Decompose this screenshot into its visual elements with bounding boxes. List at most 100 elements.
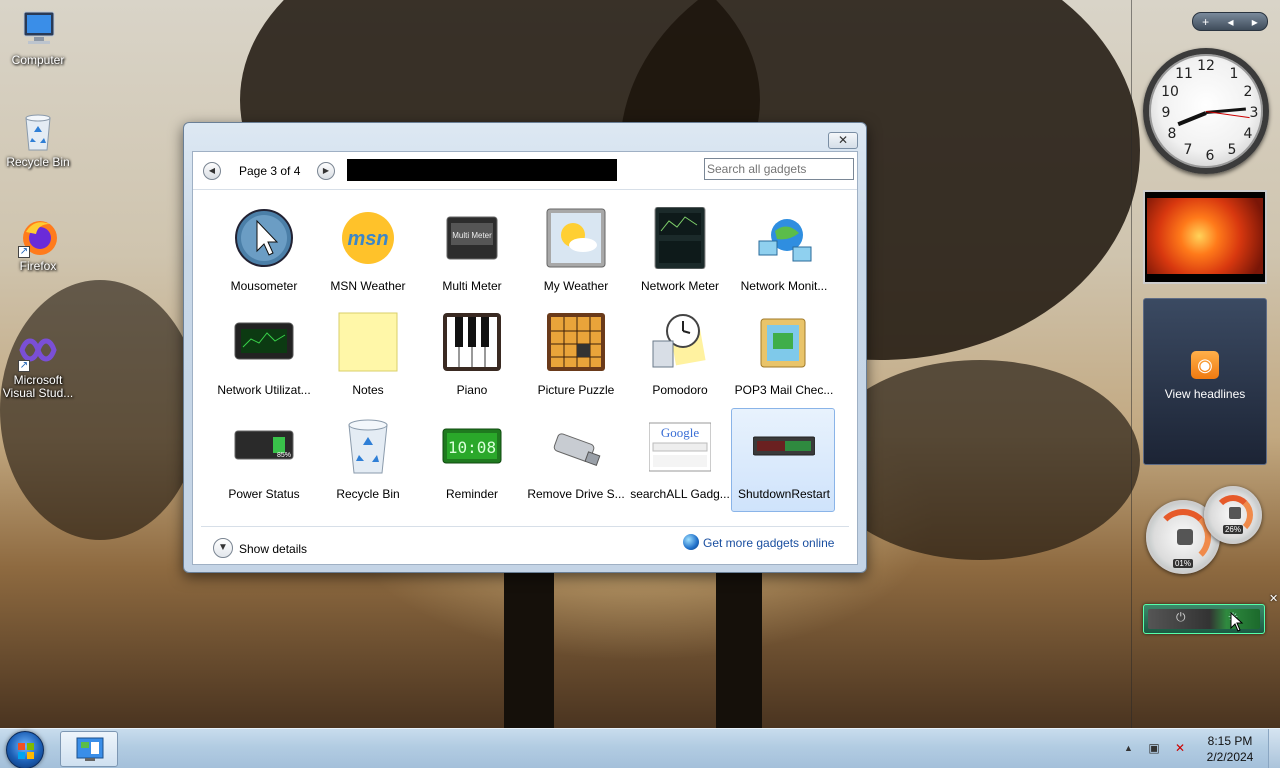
show-details-chevron-icon[interactable]: ▼: [213, 538, 233, 558]
gadget-name: ShutdownRestart: [737, 487, 831, 501]
globe-icon: [683, 534, 699, 550]
gadget-name: POP3 Mail Chec...: [734, 383, 834, 397]
add-gadget-button[interactable]: +: [1202, 15, 1209, 29]
gadget-name: searchALL Gadg...: [630, 487, 730, 501]
reminder-time-text: 10:08: [448, 438, 496, 457]
footer-divider: [201, 526, 849, 527]
desktop-icon-label: Recycle Bin: [6, 155, 70, 169]
desktop-icon-computer[interactable]: Computer: [0, 8, 76, 67]
desktop-icon-visual-studio[interactable]: ↗ Microsoft Visual Stud...: [0, 328, 76, 400]
gadget-tile-piano[interactable]: Piano: [419, 304, 523, 408]
clock-gadget[interactable]: 12 1 2 3 4 5 6 7 8 9 10 11: [1143, 48, 1269, 174]
get-more-gadgets-link[interactable]: Get more gadgets online: [703, 536, 834, 550]
shortcut-arrow-icon: ↗: [18, 246, 30, 258]
clock-number: 11: [1175, 66, 1193, 82]
taskbar-time: 8:15 PM: [1207, 734, 1253, 748]
gadget-name: Network Meter: [640, 279, 720, 293]
sidebar-divider: [1131, 0, 1132, 728]
gadget-tile-searchall[interactable]: Google searchALL Gadg...: [627, 408, 731, 512]
multi-meter-icon: Multi Meter: [441, 207, 503, 269]
gadget-tile-notes[interactable]: Notes: [315, 304, 419, 408]
picture-puzzle-icon: [545, 311, 607, 373]
clock-number: 8: [1167, 126, 1177, 142]
view-headlines-label: View headlines: [1164, 387, 1246, 401]
taskbar-clock[interactable]: 8:15 PM 2/2/2024: [1200, 733, 1260, 765]
memory-meter-gadget[interactable]: 26%: [1204, 486, 1262, 544]
gadget-tile-picture-puzzle[interactable]: Picture Puzzle: [523, 304, 627, 408]
tree-trunk-left: [504, 560, 554, 728]
firefox-icon: ↗: [16, 214, 60, 258]
msn-weather-icon: msn: [337, 207, 399, 269]
gadget-gallery-icon: [76, 737, 104, 761]
search-input[interactable]: [704, 158, 854, 180]
shutdown-restart-icon: [752, 415, 816, 477]
taskbar-date: 2/2/2024: [1206, 750, 1254, 764]
cpu-meter-center-icon: [1177, 529, 1193, 545]
gadget-name: Piano: [456, 383, 488, 397]
gadget-name: Notes: [352, 383, 384, 397]
clock-number: 3: [1249, 105, 1259, 121]
gadget-tile-remove-drive[interactable]: Remove Drive S...: [523, 408, 627, 512]
gadget-tile-msn-weather[interactable]: msn MSN Weather: [315, 200, 419, 304]
gadget-name: Multi Meter: [442, 279, 502, 293]
gadget-tile-pop3-mail[interactable]: POP3 Mail Chec...: [731, 304, 835, 408]
gadget-name: Power Status: [228, 487, 300, 501]
gadget-tile-reminder[interactable]: 10:08 Reminder: [419, 408, 523, 512]
show-details-button[interactable]: Show details: [239, 542, 307, 556]
google-logo-text: Google: [661, 425, 700, 440]
desktop-icon-label: Microsoft Visual Stud...: [2, 373, 74, 400]
pop3-mail-icon: [753, 311, 815, 373]
taskbar-gadgets-app[interactable]: [60, 731, 118, 767]
gadget-tile-network-meter[interactable]: Network Meter: [627, 200, 731, 304]
searchall-icon: Google: [648, 415, 712, 477]
mousometer-icon: [233, 207, 295, 269]
gadget-name: Network Utilizat...: [217, 383, 311, 397]
volume-muted-icon[interactable]: ✕: [1172, 741, 1188, 755]
shutdown-restart-gadget[interactable]: ⏻ ✳: [1143, 604, 1265, 634]
clock-number: 7: [1183, 142, 1193, 158]
slideshow-gadget[interactable]: [1143, 190, 1267, 284]
clock-number: 5: [1227, 142, 1237, 158]
gadget-tile-recycle-bin[interactable]: Recycle Bin: [315, 408, 419, 512]
power-percent-text: 85%: [277, 452, 291, 459]
gadget-name: Mousometer: [230, 279, 298, 293]
show-hidden-icons-icon[interactable]: ▲: [1124, 743, 1133, 753]
gadget-tile-power-status[interactable]: 85% Power Status: [211, 408, 315, 512]
gadget-gallery-window: ✕ ◀ Page 3 of 4 ▶ Mousometer: [183, 122, 867, 573]
previous-page-button[interactable]: ◀: [203, 162, 221, 180]
gadget-name: Reminder: [445, 487, 499, 501]
feed-headlines-gadget[interactable]: ◉ View headlines: [1143, 298, 1267, 465]
next-page-button[interactable]: ▶: [317, 162, 335, 180]
gadget-tile-multi-meter[interactable]: Multi Meter Multi Meter: [419, 200, 523, 304]
gadget-tile-my-weather[interactable]: My Weather: [523, 200, 627, 304]
gadget-tile-network-monitor[interactable]: Network Monit...: [731, 200, 835, 304]
clock-hour-hand: [1177, 111, 1207, 127]
recycle-bin-icon: [16, 110, 60, 154]
cpu-meter-readout: 01%: [1173, 559, 1193, 568]
desktop-icon-firefox[interactable]: ↗ Firefox: [0, 214, 76, 273]
gadget-name: Network Monit...: [740, 279, 828, 293]
gadget-tile-network-utilization[interactable]: Network Utilizat...: [211, 304, 315, 408]
multi-meter-text: Multi Meter: [452, 231, 492, 240]
gadget-tile-shutdown-restart[interactable]: ShutdownRestart: [731, 408, 835, 512]
previous-gadget-button[interactable]: ◂: [1227, 15, 1233, 29]
next-gadget-button[interactable]: ▸: [1252, 15, 1258, 29]
power-icon[interactable]: ⏻: [1176, 610, 1186, 625]
tree-canopy-far-left: [0, 280, 200, 540]
gadget-tile-pomodoro[interactable]: Pomodoro: [627, 304, 731, 408]
desktop-icon-recycle-bin[interactable]: Recycle Bin: [0, 110, 76, 169]
start-button[interactable]: [6, 731, 44, 768]
my-weather-icon: [545, 207, 607, 269]
network-monitor-icon: [753, 207, 815, 269]
gadget-tile-mousometer[interactable]: Mousometer: [211, 200, 315, 304]
show-desktop-button[interactable]: [1268, 729, 1280, 768]
clock-number: 2: [1243, 84, 1253, 100]
desktop-icon-label: Computer: [11, 53, 65, 67]
close-button[interactable]: ✕: [828, 132, 858, 149]
remove-drive-icon: [545, 415, 607, 477]
network-icon[interactable]: ▣: [1146, 741, 1162, 755]
gadget-name: Remove Drive S...: [527, 487, 625, 501]
gadget-close-icon[interactable]: ✕: [1269, 592, 1278, 605]
memory-meter-readout: 26%: [1223, 525, 1243, 534]
power-status-icon: 85%: [233, 415, 295, 477]
